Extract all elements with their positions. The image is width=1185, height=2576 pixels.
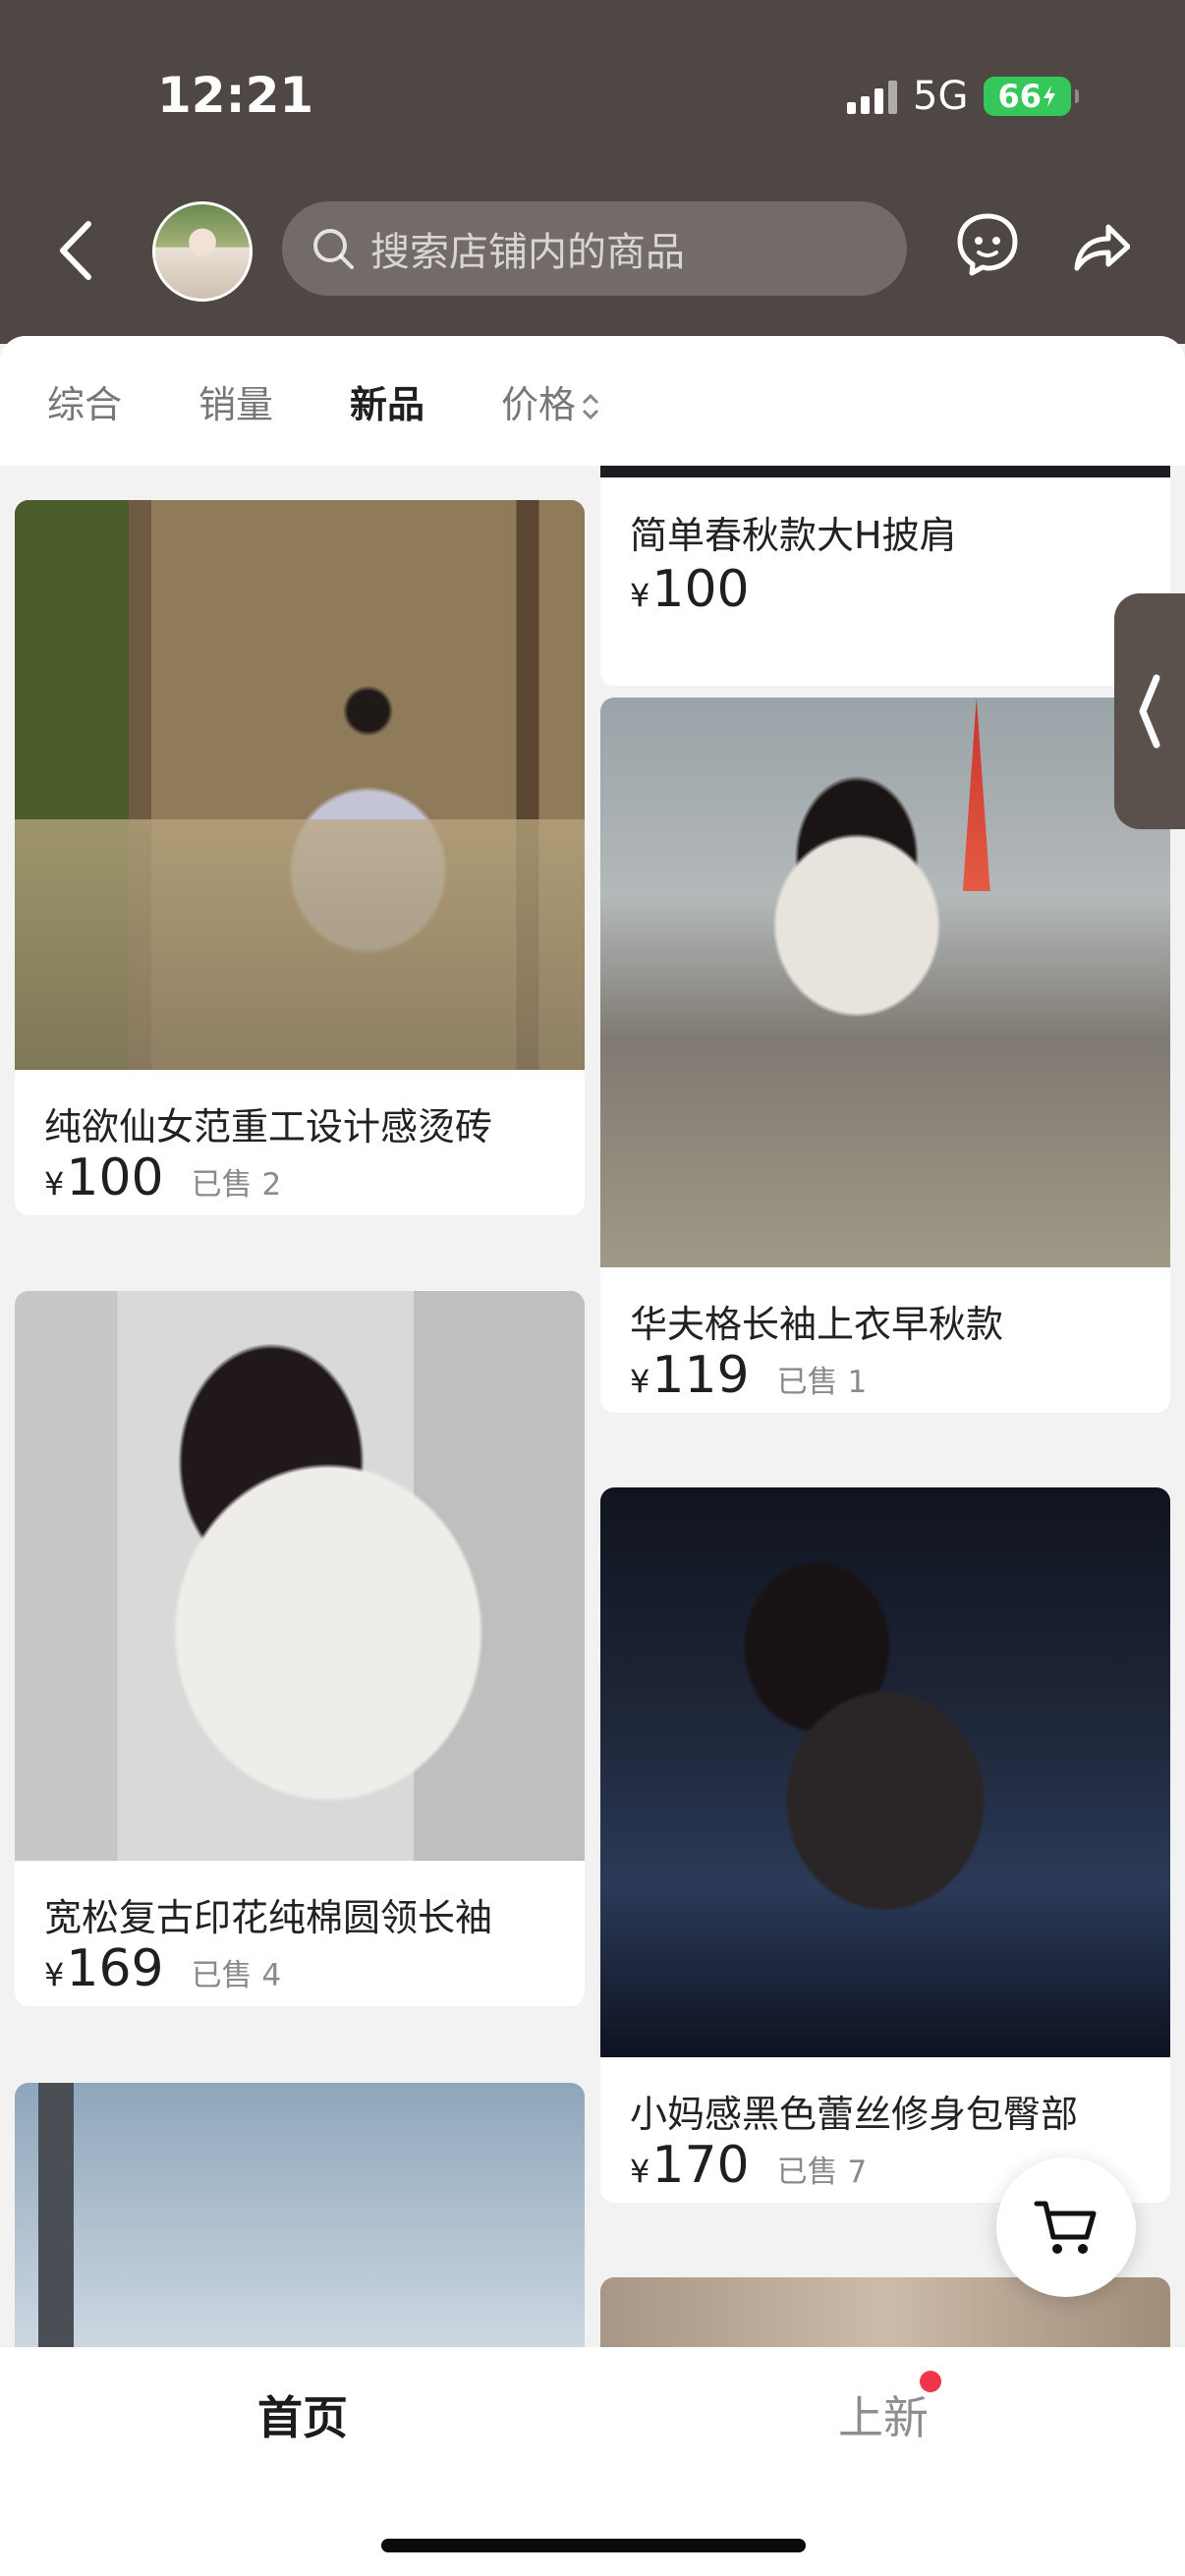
product-title: 简单春秋款大H披肩 [630,514,957,557]
product-card[interactable]: 小妈感黑色蕾丝修身包臀部 ¥170 已售 7 [600,1487,1170,2203]
cart-button[interactable] [996,2157,1136,2297]
product-price: ¥170 已售 7 [630,2136,867,2195]
product-card[interactable]: 宽松复古印花纯棉圆领长袖 ¥169 已售 4 [15,1291,585,2006]
nav-new-arrivals[interactable]: 上新 [838,2382,929,2447]
product-card[interactable]: 华夫格长袖上衣早秋款 ¥119 已售 1 [600,698,1170,1413]
currency-symbol: ¥ [44,1956,65,1993]
status-icons: 5G 66 [847,71,1079,122]
network-type: 5G [913,74,969,119]
currency-symbol: ¥ [630,2153,650,2190]
shop-header: 12:21 5G 66 搜索店铺内的商品 [0,0,1185,344]
product-title: 纯欲仙女范重工设计感烫砖 [44,1105,493,1148]
product-image [600,698,1170,1267]
shop-avatar[interactable] [152,201,253,302]
search-icon [313,229,354,269]
nav-home[interactable]: 首页 [257,2382,348,2447]
product-card[interactable]: 简单春秋款大H披肩 ¥100 [600,466,1170,686]
home-indicator [381,2539,806,2552]
price-value: 100 [66,1148,164,1207]
product-image [15,500,585,1070]
cart-icon [1034,2201,1097,2254]
price-value: 169 [66,1939,164,1998]
product-image-edge [600,466,1170,477]
product-title: 华夫格长袖上衣早秋款 [630,1303,1004,1346]
price-value: 119 [651,1346,750,1405]
side-drawer-handle[interactable] [1114,593,1185,829]
product-image [15,1291,585,1861]
tab-price[interactable]: 价格 [501,374,601,428]
product-card[interactable]: 纯欲仙女范重工设计感烫砖 ¥100 已售 2 [15,500,585,1215]
tab-sales[interactable]: 销量 [198,374,273,428]
battery-level: 66 [997,78,1042,115]
tab-new-arrivals[interactable]: 新品 [350,374,424,428]
share-icon[interactable] [1071,211,1131,276]
currency-symbol: ¥ [630,577,650,614]
currency-symbol: ¥ [630,1363,650,1400]
price-value: 100 [651,560,750,619]
status-time: 12:21 [157,67,314,124]
search-placeholder: 搜索店铺内的商品 [370,230,685,275]
price-value: 170 [651,2136,750,2195]
back-arrow-icon[interactable] [51,216,106,285]
product-price: ¥169 已售 4 [44,1939,281,1998]
customer-service-icon[interactable] [955,211,1020,276]
product-title: 宽松复古印花纯棉圆领长袖 [44,1896,493,1939]
sort-tabs: 综合 销量 新品 价格 [0,336,1185,466]
product-image [600,1487,1170,2057]
tab-overall[interactable]: 综合 [47,374,122,428]
product-title: 小妈感黑色蕾丝修身包臀部 [630,2093,1079,2136]
tab-price-label: 价格 [501,382,577,426]
notification-dot [920,2371,941,2392]
sold-count: 已售 4 [191,1958,282,1993]
chevron-left-icon [1139,674,1160,749]
battery-icon: 66 [984,77,1079,116]
signal-icon [847,79,897,114]
product-price: ¥100 [630,560,750,619]
currency-symbol: ¥ [44,1165,65,1203]
sold-count: 已售 1 [776,1365,868,1400]
sold-count: 已售 7 [776,2155,868,2190]
sold-count: 已售 2 [191,1167,282,1203]
search-input[interactable]: 搜索店铺内的商品 [282,201,907,296]
sort-arrows-icon [583,393,599,420]
product-price: ¥119 已售 1 [630,1346,867,1405]
product-price: ¥100 已售 2 [44,1148,281,1207]
